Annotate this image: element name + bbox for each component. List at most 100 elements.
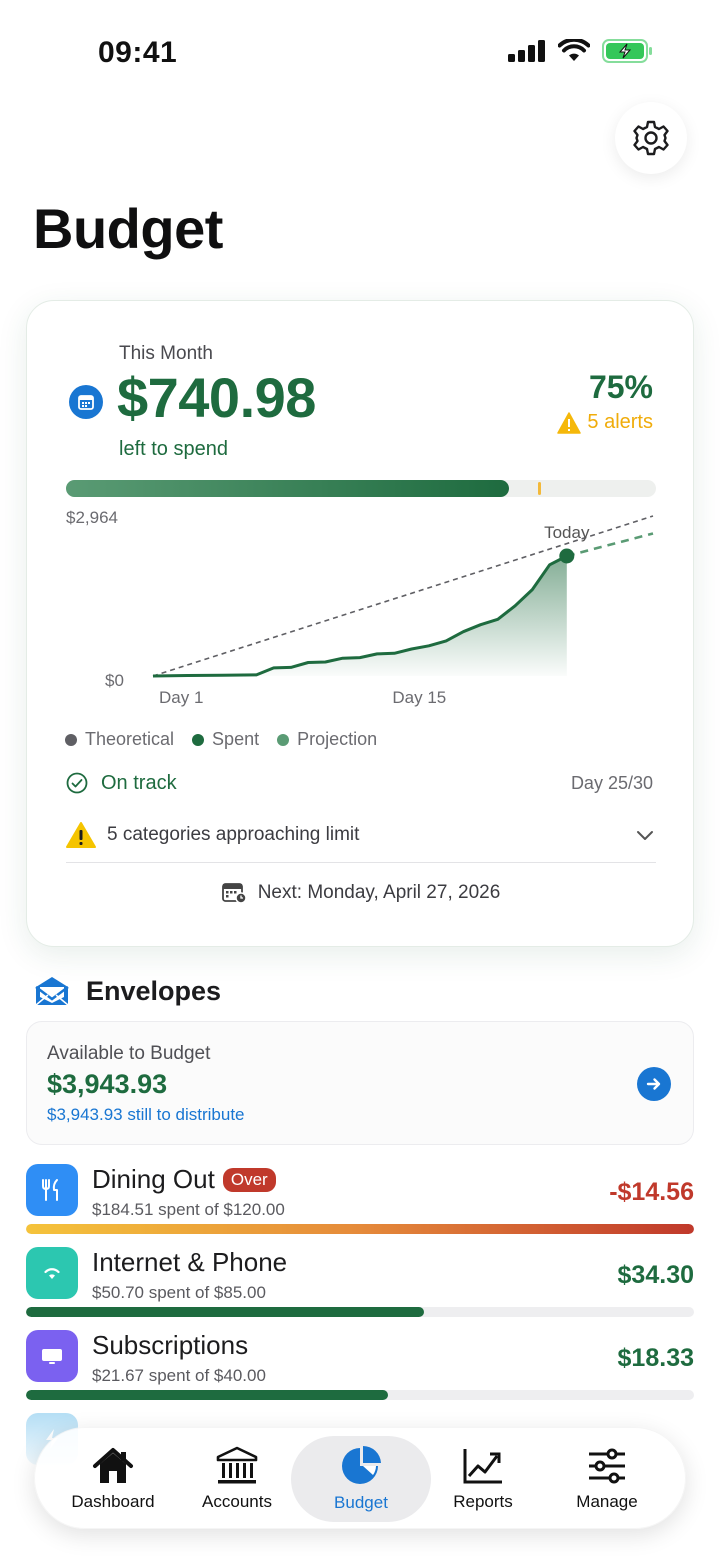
- available-sub: $3,943.93 still to distribute: [47, 1105, 245, 1124]
- page-title: Budget: [33, 197, 223, 260]
- envelope-subscriptions[interactable]: Subscriptions $21.67 spent of $40.00 $18…: [26, 1330, 694, 1404]
- warning-icon: [66, 822, 96, 848]
- alerts-label: 5 alerts: [587, 411, 653, 433]
- tab-label: Budget: [334, 1493, 388, 1512]
- tab-label: Dashboard: [71, 1492, 155, 1511]
- approaching-limit-row[interactable]: 5 categories approaching limit: [65, 813, 657, 857]
- legend-projection: Projection: [277, 729, 377, 750]
- month-label: This Month: [119, 343, 213, 364]
- available-to-budget-card[interactable]: Available to Budget $3,943.93 $3,943.93 …: [26, 1021, 694, 1145]
- envelope-progress-track: [26, 1390, 694, 1400]
- tv-icon: [42, 1349, 62, 1364]
- envelope-dining-out[interactable]: Dining Out Over $184.51 spent of $120.00…: [26, 1164, 694, 1238]
- budget-summary-card[interactable]: This Month $740.98 left to spend 75% 5 a…: [26, 300, 694, 947]
- x-tick-label-day-15: Day 15: [392, 688, 446, 707]
- on-track-label: On track: [101, 771, 177, 794]
- envelope-spent: $184.51 spent of $120.00: [92, 1200, 285, 1219]
- spent-percent: 75%: [588, 369, 653, 405]
- left-to-spend-label: left to spend: [119, 438, 228, 460]
- tab-label: Manage: [576, 1492, 638, 1511]
- sliders-icon: [589, 1448, 625, 1484]
- calendar-clock-icon: [221, 883, 247, 904]
- settings-button[interactable]: [615, 102, 687, 174]
- envelope-name: Subscriptions: [92, 1330, 248, 1361]
- wifi-icon: [44, 1268, 60, 1279]
- arrow-right-icon: [646, 1078, 661, 1090]
- envelope-name-text: Internet & Phone: [92, 1247, 288, 1277]
- calendar-icon: [78, 395, 94, 410]
- available-label: Available to Budget: [47, 1043, 211, 1064]
- legend-dot-projection: [277, 733, 290, 746]
- distribute-button[interactable]: [637, 1067, 671, 1101]
- envelope-remaining: $34.30: [617, 1261, 694, 1289]
- envelope-name: Dining Out Over: [92, 1164, 276, 1195]
- envelope-icon-tile: [26, 1164, 78, 1216]
- calendar-badge: [69, 385, 103, 419]
- legend-dot-spent: [192, 733, 205, 746]
- today-point: [559, 548, 575, 564]
- tab-label: Reports: [453, 1492, 513, 1511]
- alerts-count[interactable]: 5 alerts: [557, 411, 653, 434]
- budget-progress-track: [66, 480, 656, 497]
- fork-knife-icon: [42, 1179, 58, 1201]
- legend-theoretical: Theoretical: [65, 729, 174, 750]
- pie-chart-icon: [342, 1446, 381, 1484]
- envelope-spent: $50.70 spent of $85.00: [92, 1283, 266, 1302]
- status-icons: [508, 38, 654, 64]
- envelopes-header: Envelopes: [34, 975, 221, 1007]
- chart-legend: Theoretical Spent Projection: [65, 729, 377, 750]
- envelope-remaining: -$14.56: [609, 1178, 694, 1206]
- spending-chart: $2,964 $0 Today Day 1 Day 15: [66, 508, 654, 707]
- envelope-spent: $21.67 spent of $40.00: [92, 1366, 266, 1385]
- legend-label-theoretical: Theoretical: [85, 729, 175, 749]
- y-tick-label-bottom: $0: [105, 671, 124, 690]
- today-label: Today: [544, 523, 590, 542]
- next-date-label: Next: Monday, April 27, 2026: [257, 882, 501, 903]
- envelope-internet-phone[interactable]: Internet & Phone $50.70 spent of $85.00 …: [26, 1247, 694, 1321]
- legend-label-spent: Spent: [212, 729, 260, 749]
- envelope-remaining: $18.33: [617, 1344, 694, 1372]
- envelope-progress-fill: [26, 1224, 694, 1234]
- envelope-progress-fill: [26, 1390, 389, 1400]
- envelope-progress-fill: [26, 1307, 425, 1317]
- signal-icon: [508, 40, 545, 62]
- approaching-limit-label: 5 categories approaching limit: [107, 824, 360, 845]
- legend-dot-theoretical: [65, 733, 77, 746]
- available-amount: $3,943.93: [47, 1069, 168, 1099]
- wifi-status-icon: [558, 39, 590, 61]
- amount-left: $740.98: [117, 366, 316, 429]
- envelope-open-icon: [35, 977, 69, 1006]
- tab-label: Accounts: [202, 1492, 272, 1511]
- envelope-progress-track: [26, 1307, 694, 1317]
- tab-manage[interactable]: Manage: [542, 1436, 672, 1522]
- y-tick-label-top: $2,964: [66, 508, 118, 527]
- legend-label-projection: Projection: [297, 729, 378, 749]
- budget-threshold-marker: [538, 482, 541, 495]
- envelopes-title: Envelopes: [86, 975, 222, 1006]
- card-divider: [66, 862, 656, 863]
- budget-progress-fill: [66, 480, 509, 497]
- x-tick-label-day-1: Day 1: [159, 688, 203, 707]
- day-counter: Day 25/30: [570, 773, 653, 793]
- tab-dashboard[interactable]: Dashboard: [48, 1436, 178, 1522]
- battery-icon: [602, 39, 652, 63]
- chevron-down-icon: [637, 831, 653, 840]
- trend-chart-icon: [463, 1449, 502, 1484]
- envelope-icon-tile: [26, 1330, 78, 1382]
- house-icon: [93, 1448, 133, 1483]
- on-track-status: On track: [65, 771, 177, 795]
- envelope-name-text: Subscriptions: [92, 1330, 249, 1360]
- warning-icon: [557, 411, 582, 434]
- envelope-name-text: Dining Out: [92, 1164, 215, 1194]
- gear-icon: [633, 120, 669, 156]
- next-date-row: Next: Monday, April 27, 2026: [27, 881, 693, 905]
- tab-budget[interactable]: Budget: [291, 1436, 431, 1522]
- check-circle-icon: [66, 772, 88, 794]
- tab-reports[interactable]: Reports: [418, 1436, 548, 1522]
- legend-spent: Spent: [192, 729, 259, 750]
- envelope-icon-tile: [26, 1247, 78, 1299]
- tab-accounts[interactable]: Accounts: [172, 1436, 302, 1522]
- status-bar: 09:41: [0, 0, 720, 100]
- envelope-name: Internet & Phone: [92, 1247, 287, 1278]
- bottom-tab-bar: Dashboard Accounts Budget Reports Manage: [34, 1427, 686, 1529]
